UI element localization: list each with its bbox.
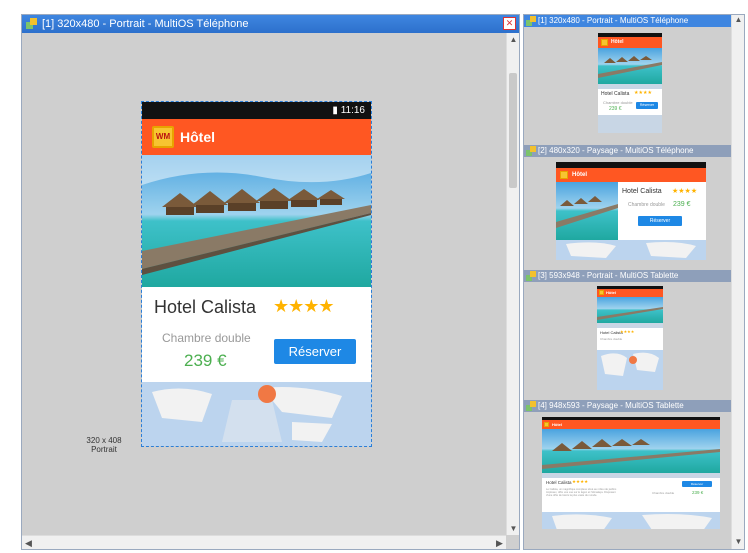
device-preview-icon — [526, 271, 536, 281]
side-pane-1-label: [1] 320x480 - Portrait - MultiOS Télépho… — [538, 16, 689, 25]
app-bar: WM Hôtel — [142, 119, 371, 155]
device-preview-icon — [526, 16, 536, 26]
mini-app-title-4: Hôtel — [552, 422, 562, 427]
side-pane-3-label: [3] 593x948 - Portrait - MultiOS Tablett… — [538, 271, 679, 280]
device-preview-icon — [26, 18, 37, 29]
mini-reserve-button-4: Réserver — [682, 481, 712, 487]
scroll-left-icon[interactable]: ◀ — [22, 536, 35, 550]
mini-phone-1: Hôtel Hotel Calista ★★★★ Chambre double … — [598, 33, 662, 133]
side-pane-3-body: Hôtel Hotel Calista ★★★★ Chambre double — [524, 282, 733, 398]
mini-tablet-4: Hôtel Hotel Calista ★★★★ Le Calista, un … — [542, 417, 720, 529]
mini-tablet-3: Hôtel Hotel Calista ★★★★ Chambre double — [597, 286, 663, 390]
side-pane-2[interactable]: [2] 480x320 - Paysage - MultiOS Téléphon… — [524, 145, 733, 268]
device-preview-icon — [526, 401, 536, 411]
close-icon[interactable]: ✕ — [503, 17, 516, 30]
side-pane-4-title[interactable]: [4] 948x593 - Paysage - MultiOS Tablette — [524, 400, 733, 412]
mini-phone-2: Hôtel Hotel Calista ★★★★ Chambre double … — [556, 162, 706, 260]
main-panel-title: [1] 320x480 - Portrait - MultiOS Télépho… — [42, 18, 249, 30]
hotel-name: Hotel Calista — [154, 297, 257, 317]
status-bar: ▮ 11:16 — [142, 102, 371, 119]
reserve-button[interactable]: Réserver — [274, 339, 356, 364]
side-pane-4[interactable]: [4] 948x593 - Paysage - MultiOS Tablette… — [524, 400, 733, 549]
mini-room-type-4: Chambre double — [652, 491, 675, 495]
side-pane-3-title[interactable]: [3] 593x948 - Portrait - MultiOS Tablett… — [524, 270, 733, 282]
main-preview-panel: [1] 320x480 - Portrait - MultiOS Télépho… — [21, 14, 520, 550]
battery-icon: ▮ — [332, 105, 341, 116]
side-pane-3[interactable]: [3] 593x948 - Portrait - MultiOS Tablett… — [524, 270, 733, 398]
side-pane-1-body: Hôtel Hotel Calista ★★★★ Chambre double … — [524, 27, 733, 143]
mini-room-type: Chambre double — [603, 100, 633, 105]
main-panel-titlebar[interactable]: [1] 320x480 - Portrait - MultiOS Télépho… — [22, 15, 519, 33]
room-type: Chambre double — [162, 331, 251, 345]
side-scrollbar[interactable]: ▲ ▼ — [731, 15, 744, 549]
scroll-up-icon[interactable]: ▲ — [732, 15, 744, 27]
scroll-up-icon[interactable]: ▲ — [507, 33, 520, 46]
side-pane-2-body: Hôtel Hotel Calista ★★★★ Chambre double … — [524, 157, 733, 268]
mini-stars: ★★★★ — [634, 90, 652, 96]
price: 239 € — [184, 351, 227, 370]
phone-preview[interactable]: ▮ 11:16 WM Hôtel Hotel Calista ★★★★ Cham… — [141, 101, 372, 447]
vertical-scrollbar[interactable]: ▲ ▼ — [506, 33, 519, 535]
size-label: 320 x 408 Portrait — [84, 436, 124, 454]
mini-hotel-name: Hotel Calista — [601, 91, 630, 97]
mini-price-2: 239 € — [673, 201, 691, 208]
size-label-orientation: Portrait — [91, 445, 117, 454]
side-pane-2-label: [2] 480x320 - Paysage - MultiOS Téléphon… — [538, 146, 694, 155]
mini-stars-3: ★★★★ — [620, 329, 635, 334]
mini-reserve-button: Réserver — [636, 102, 658, 109]
mini-price-4: 239 € — [692, 490, 704, 495]
mini-app-title-3: Hôtel — [606, 290, 616, 295]
mini-room-type-3: Chambre double — [600, 337, 623, 341]
side-pane-4-label: [4] 948x593 - Paysage - MultiOS Tablette — [538, 401, 684, 410]
mini-app-title: Hôtel — [611, 39, 624, 45]
scroll-down-icon[interactable]: ▼ — [507, 522, 520, 535]
side-pane-1-title[interactable]: [1] 320x480 - Portrait - MultiOS Télépho… — [524, 15, 733, 27]
size-label-dimensions: 320 x 408 — [86, 436, 122, 445]
mini-room-type-2: Chambre double — [628, 202, 665, 208]
side-pane-1[interactable]: [1] 320x480 - Portrait - MultiOS Télépho… — [524, 15, 733, 143]
mini-hotel-name-4: Hotel Calista — [546, 480, 572, 485]
scroll-right-icon[interactable]: ▶ — [493, 536, 506, 550]
star-rating: ★★★★ — [273, 296, 335, 316]
mini-hotel-name-2: Hotel Calista — [622, 188, 662, 195]
mini-price: 239 € — [609, 106, 622, 112]
side-preview-list: [1] 320x480 - Portrait - MultiOS Télépho… — [523, 14, 745, 550]
scroll-down-icon[interactable]: ▼ — [732, 537, 744, 549]
world-map — [142, 382, 371, 446]
side-pane-2-title[interactable]: [2] 480x320 - Paysage - MultiOS Téléphon… — [524, 145, 733, 157]
horizontal-scrollbar[interactable]: ◀ ▶ — [22, 535, 506, 549]
mini-stars-4: ★★★★ — [572, 479, 589, 484]
device-preview-icon — [526, 146, 536, 156]
scroll-thumb[interactable] — [509, 73, 517, 188]
hotel-photo — [142, 155, 371, 287]
mini-app-title-2: Hôtel — [572, 172, 587, 178]
hotel-card: Hotel Calista ★★★★ Chambre double 239 € … — [142, 287, 371, 382]
status-time: 11:16 — [340, 105, 365, 116]
app-title: Hôtel — [180, 129, 215, 145]
mini-stars-2: ★★★★ — [672, 188, 698, 195]
app-logo: WM — [152, 126, 174, 148]
side-pane-4-body: Hôtel Hotel Calista ★★★★ Le Calista, un … — [524, 412, 733, 549]
mini-reserve-button-2: Réserver — [638, 216, 682, 226]
mini-description-4: Le Calista, un magnifique complexe situé… — [546, 488, 617, 498]
